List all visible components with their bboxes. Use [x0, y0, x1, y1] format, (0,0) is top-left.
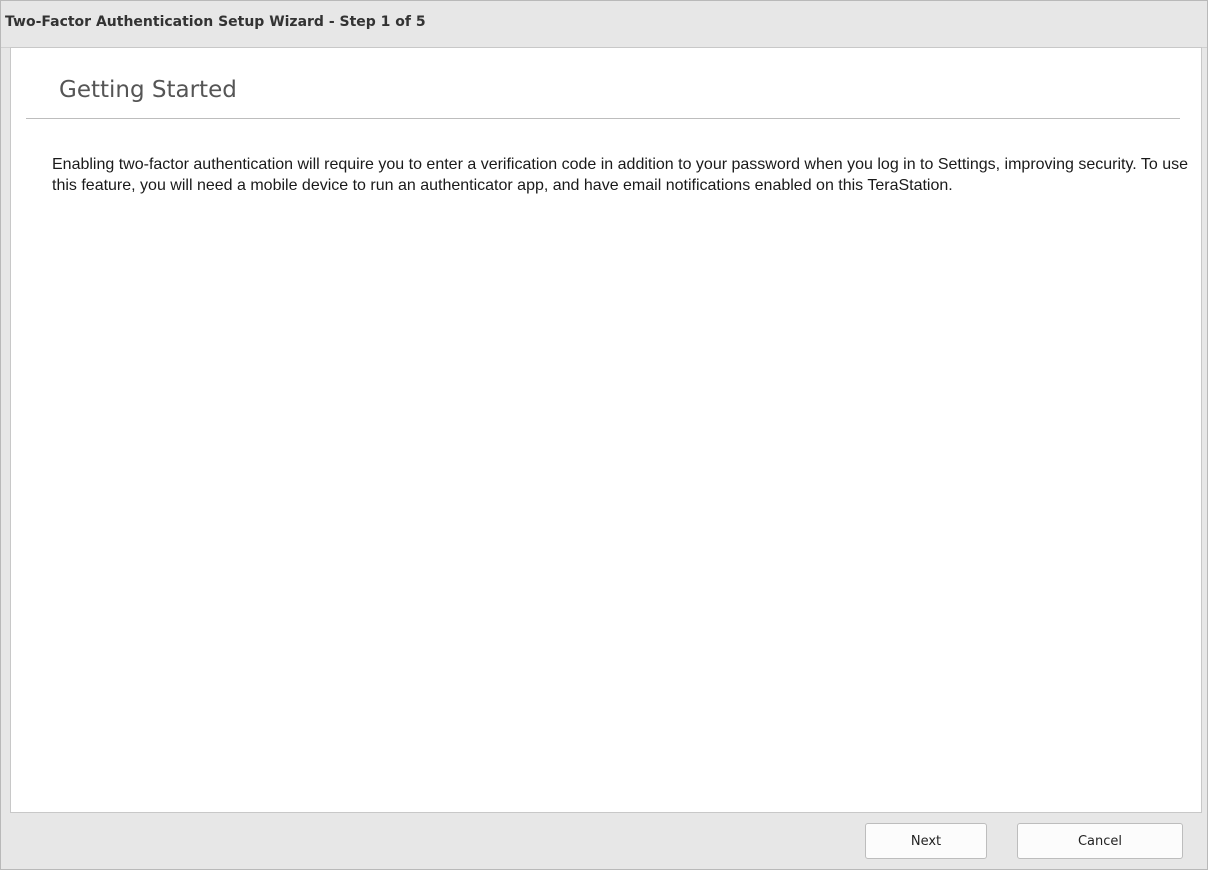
title-bar: Two-Factor Authentication Setup Wizard -… — [1, 1, 1207, 48]
cancel-button[interactable]: Cancel — [1017, 823, 1183, 859]
wizard-footer: Next Cancel — [1, 813, 1207, 869]
page-heading: Getting Started — [59, 77, 237, 103]
next-button[interactable]: Next — [865, 823, 987, 859]
window-title: Two-Factor Authentication Setup Wizard -… — [5, 14, 426, 30]
wizard-content-panel: Getting Started Enabling two-factor auth… — [10, 47, 1202, 813]
heading-divider — [26, 118, 1180, 119]
intro-text: Enabling two-factor authentication will … — [52, 156, 1189, 194]
wizard-window: Two-Factor Authentication Setup Wizard -… — [0, 0, 1208, 870]
